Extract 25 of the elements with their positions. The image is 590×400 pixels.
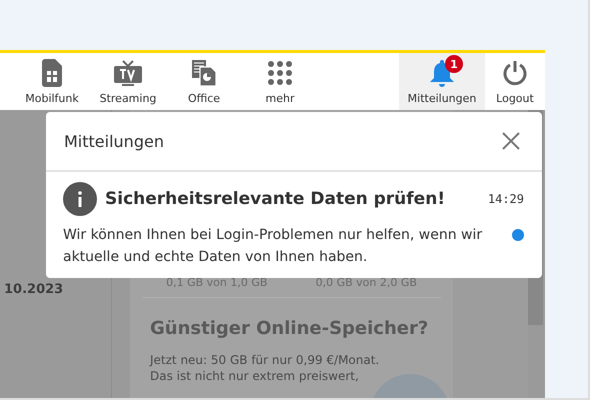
promo-text: Das ist nicht nur extrem preiswert,	[150, 369, 360, 383]
nav-item[interactable]: Office	[166, 53, 242, 110]
tv-icon	[114, 60, 142, 86]
bell-icon	[429, 59, 455, 87]
notification-time: 14:29	[488, 192, 525, 206]
documents-icon	[192, 60, 216, 86]
promo-title: Günstiger Online-Speicher?	[149, 318, 430, 339]
grid-icon	[268, 61, 292, 85]
storage-usage-text: 0,1 GB von 1,0 GB	[166, 276, 268, 289]
storage-usage-text: 0,0 GB von 2,0 GB	[316, 276, 417, 289]
nav-item[interactable]: Logout	[485, 53, 545, 110]
nav-item[interactable]: Mobilfunk	[14, 53, 90, 110]
nav-item[interactable]: Streaming	[90, 53, 166, 110]
sim-card-icon	[42, 59, 62, 87]
notification-badge: 1	[445, 55, 463, 73]
promo-text: Jetzt neu: 50 GB für nur 0,99 €/Monat.	[150, 353, 380, 367]
date-text: 10.2023	[4, 282, 64, 297]
close-icon[interactable]	[502, 132, 520, 150]
notification-title: Sicherheitsrelevante Daten prüfen!	[105, 189, 446, 209]
notification-text: Wir können Ihnen bei Login-Problemen nur helfen, wenn wir aktuelle und echte Daten von Ihnen haben.	[63, 226, 484, 267]
power-icon	[502, 60, 528, 86]
dialog-title: Mitteilungen	[64, 132, 164, 150]
nav-item[interactable]: 1 Mitteilungen	[399, 53, 485, 110]
nav-item[interactable]: mehr	[242, 53, 318, 110]
info-icon	[63, 182, 97, 216]
